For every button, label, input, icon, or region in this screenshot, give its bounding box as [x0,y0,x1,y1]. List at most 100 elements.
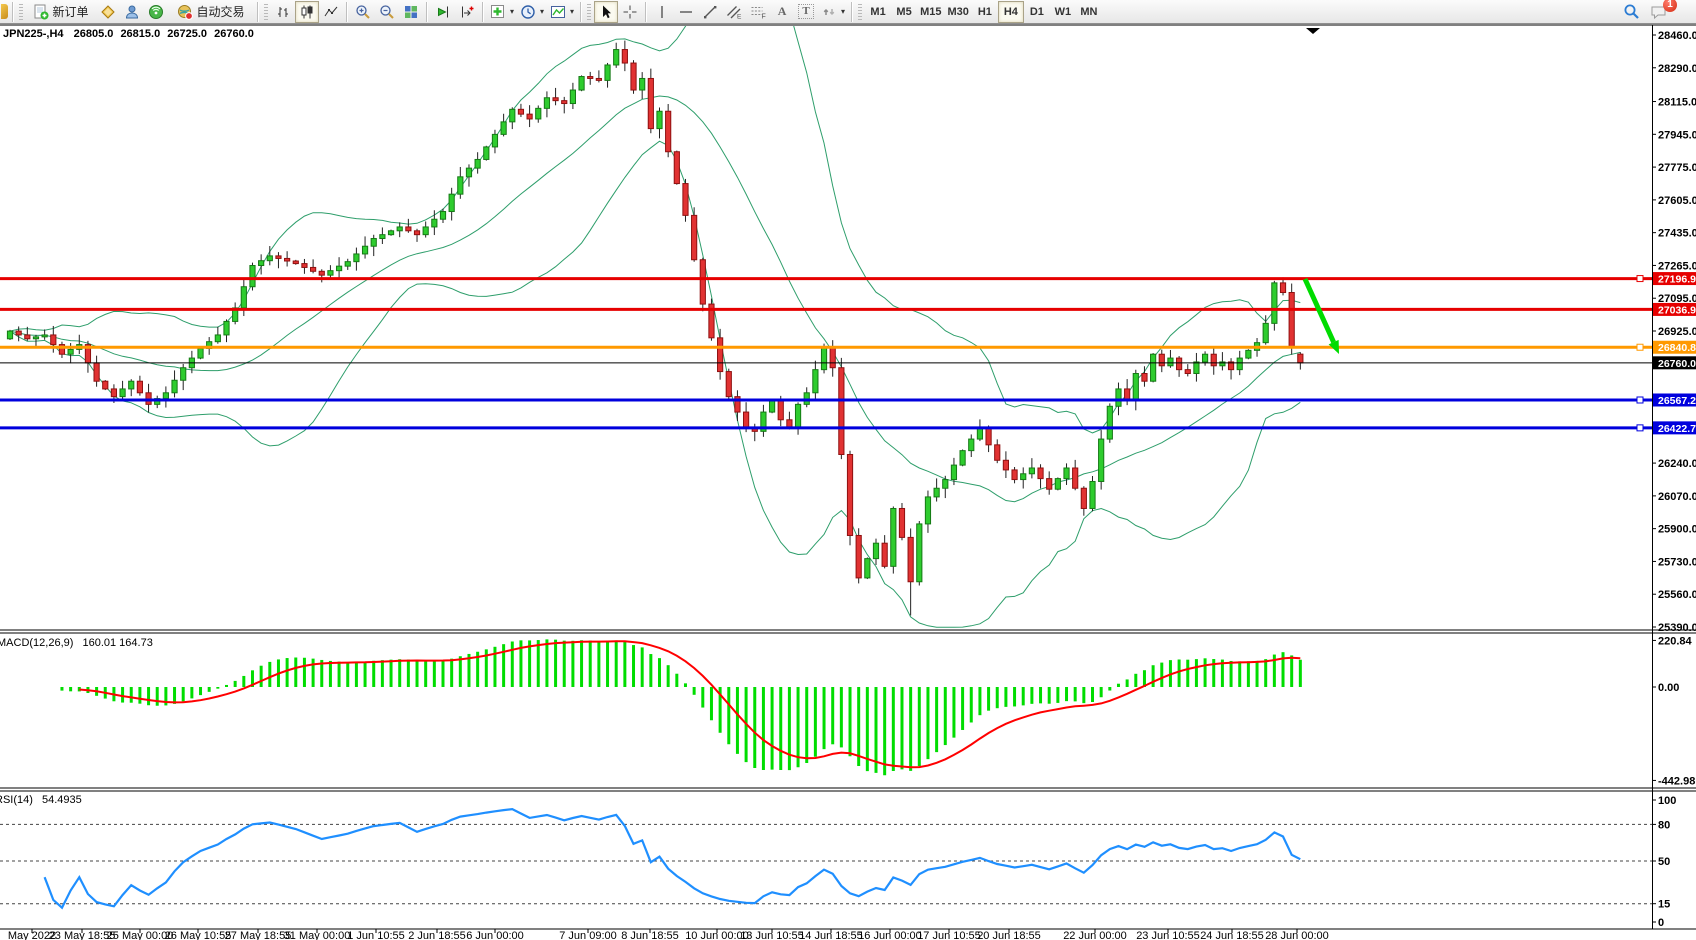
new-order-label: 新订单 [52,3,88,20]
zoom-out-icon [379,4,395,20]
svg-text:28460.0: 28460.0 [1658,30,1696,42]
indicators-button[interactable]: ▾ [487,1,517,23]
timeframe-h4-button[interactable]: H4 [998,1,1024,23]
horizontal-line-tool-button[interactable] [674,1,698,23]
macd-values: 160.01 164.73 [82,637,152,649]
macd-indicator [62,639,1300,775]
fibonacci-tool-button[interactable]: F [746,1,770,23]
svg-text:E: E [737,13,742,20]
bollinger-bands [10,24,1300,627]
vertical-line-tool-button[interactable] [650,1,674,23]
toolbar-separator [12,2,14,22]
toolbar-separator [482,2,484,22]
level-price-label: 27196.9 [1658,274,1696,286]
toolbar-separator [851,2,853,22]
shift-marker-icon[interactable] [1306,28,1320,34]
timeframe-mn-button[interactable]: MN [1076,1,1102,23]
zoom-in-button[interactable] [351,1,375,23]
time-label: 2 Jun 18:55 [408,930,466,940]
symbols-button[interactable] [96,1,120,23]
toolbar-grip [19,4,23,20]
dropdown-caret-icon: ▾ [540,7,544,16]
macd-name: MACD(12,26,9) [0,637,73,649]
periods-button[interactable]: ▾ [517,1,547,23]
equidistant-channel-icon: E [726,4,742,20]
toolbar-separator [580,2,582,22]
toolbar-separator [346,2,348,22]
level-price-label: 26840.8 [1658,342,1696,354]
svg-text:-442.98: -442.98 [1658,775,1695,787]
toolbar-separator [426,2,428,22]
new-order-button[interactable]: 新订单 [26,1,96,23]
chart-canvas[interactable]: 28460.028290.028115.027945.027775.027605… [0,24,1696,940]
auto-trading-icon [177,4,193,20]
arrows-tool-button[interactable]: ▾ [818,1,848,23]
level-price-label: 26422.7 [1658,423,1696,435]
tile-windows-button[interactable] [399,1,423,23]
svg-text:26070.0: 26070.0 [1658,491,1696,503]
svg-text:27435.0: 27435.0 [1658,228,1696,240]
timeframe-m30-button[interactable]: M30 [944,1,971,23]
candles-layer [7,41,1303,616]
time-label: 13 Jun 10:55 [740,930,804,940]
cursor-tool-button[interactable] [594,1,618,23]
timeframe-m5-button[interactable]: M5 [891,1,917,23]
svg-text:100: 100 [1658,795,1676,807]
templates-button[interactable]: ▾ [547,1,577,23]
clipped-icon [1,4,8,19]
line-chart-button[interactable] [319,1,343,23]
level-price-label: 27036.9 [1658,304,1696,316]
svg-text:28115.0: 28115.0 [1658,97,1696,109]
dropdown-caret-icon: ▾ [570,7,574,16]
time-label: 16 Jun 00:00 [858,930,922,940]
timeframe-h1-button[interactable]: H1 [972,1,998,23]
fibonacci-icon: F [750,4,766,20]
line-chart-icon [323,4,339,20]
trendline-tool-button[interactable] [698,1,722,23]
chart-shift-icon [459,4,475,20]
timeframe-m15-button[interactable]: M15 [917,1,944,23]
time-label: 31 May 00:00 [284,930,351,940]
auto-trading-button[interactable]: 自动交易 [168,1,254,23]
svg-text:27775.0: 27775.0 [1658,162,1696,174]
search-button[interactable] [1619,1,1643,23]
timeframe-w1-button[interactable]: W1 [1050,1,1076,23]
toolbar-right-group: 1 [1619,1,1695,23]
auto-scroll-button[interactable] [431,1,455,23]
timeframe-d1-button[interactable]: D1 [1024,1,1050,23]
svg-text:25560.0: 25560.0 [1658,589,1696,601]
crosshair-tool-button[interactable] [618,1,642,23]
accounts-button[interactable] [120,1,144,23]
chart-shift-button[interactable] [455,1,479,23]
clock-icon [520,4,536,20]
price-axis[interactable]: 28460.028290.028115.027945.027775.027605… [1652,30,1696,929]
level-price-label: 26760.0 [1658,358,1696,370]
svg-text:27605.0: 27605.0 [1658,195,1696,207]
ohlc-low: 26725.0 [167,28,207,40]
trend-arrow-annotation[interactable] [1305,279,1339,354]
time-label: 17 Jun 10:55 [917,930,981,940]
svg-text:25900.0: 25900.0 [1658,524,1696,536]
time-label: 20 Jun 18:55 [977,930,1041,940]
time-axis[interactable]: May 202223 May 18:5525 May 00:0026 May 1… [0,930,1652,940]
time-label: 8 Jun 18:55 [621,930,679,940]
timeframe-m1-button[interactable]: M1 [865,1,891,23]
zoom-out-button[interactable] [375,1,399,23]
text-label-tool-button[interactable]: T [794,1,818,23]
gold-diamond-icon [100,4,116,20]
svg-text:0.00: 0.00 [1658,682,1679,694]
notifications-button[interactable]: 1 [1647,1,1671,23]
toolbar-grip [858,4,862,20]
time-label: 23 Jun 10:55 [1136,930,1200,940]
svg-text:80: 80 [1658,819,1670,831]
channel-tool-button[interactable]: E [722,1,746,23]
text-tool-button[interactable]: A [770,1,794,23]
signals-button[interactable] [144,1,168,23]
search-icon [1623,3,1640,20]
rsi-indicator-label: RSI(14) 54.4935 [0,794,82,806]
candlestick-chart-button[interactable] [295,1,319,23]
time-label: 23 May 18:55 [49,930,116,940]
dropdown-caret-icon: ▾ [841,7,845,16]
svg-text:27945.0: 27945.0 [1658,129,1696,141]
bar-chart-button[interactable] [271,1,295,23]
